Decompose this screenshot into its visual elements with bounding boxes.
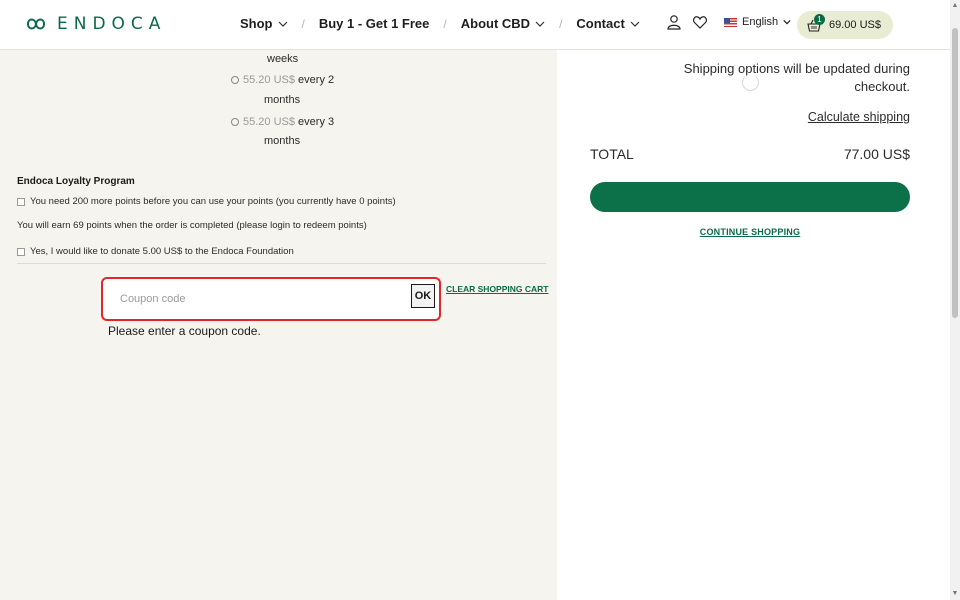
- donate-text: Yes, I would like to donate 5.00 US$ to …: [30, 246, 294, 257]
- user-icon[interactable]: [666, 14, 682, 30]
- calculate-shipping-link[interactable]: Calculate shipping: [790, 110, 910, 124]
- language-label: English: [742, 16, 779, 28]
- heart-icon[interactable]: [692, 14, 708, 30]
- endoca-logo-icon: [26, 18, 46, 30]
- total-value: 77.00 US$: [843, 146, 910, 162]
- nav-buy-one-get-one[interactable]: Buy 1 - Get 1 Free: [319, 16, 430, 31]
- nav-separator: /: [301, 16, 305, 31]
- scroll-up-arrow-icon[interactable]: ▲: [951, 2, 959, 9]
- section-divider: [17, 263, 546, 264]
- nav-separator: /: [559, 16, 563, 31]
- subscription-unit: months: [264, 94, 301, 106]
- subscription-option-3-months[interactable]: 55.20 US$ every 3: [231, 116, 334, 128]
- total-label: TOTAL: [590, 146, 634, 162]
- nav-about-label: About CBD: [460, 16, 531, 31]
- radio-button[interactable]: [231, 76, 239, 85]
- checkout-button[interactable]: [590, 182, 910, 212]
- nav-contact-label: Contact: [576, 16, 625, 31]
- points-checkbox[interactable]: [17, 197, 25, 206]
- chevron-down-icon: [630, 21, 640, 27]
- cart-button[interactable]: 1 69.00 US$: [797, 11, 893, 39]
- chevron-down-icon: [783, 19, 791, 25]
- subscription-price: 55.20 US$: [243, 116, 295, 128]
- chevron-down-icon: [278, 21, 287, 27]
- header-icons: English: [666, 14, 791, 30]
- radio-button[interactable]: [231, 118, 239, 127]
- us-flag-icon: [724, 17, 737, 27]
- continue-shopping-link[interactable]: CONTINUE SHOPPING: [590, 227, 910, 237]
- chevron-down-icon: [535, 21, 545, 27]
- subscription-unit: months: [264, 135, 301, 147]
- nav-separator: /: [443, 16, 447, 31]
- site-header: ENDOCA Shop / Buy 1 - Get 1 Free / About…: [0, 0, 950, 50]
- scrollbar-thumb[interactable]: [952, 28, 958, 318]
- loyalty-points-earn: You will earn 69 points when the order i…: [17, 220, 367, 231]
- nav-bogo-label: Buy 1 - Get 1 Free: [318, 16, 430, 31]
- donation-option[interactable]: Yes, I would like to donate 5.00 US$ to …: [17, 246, 294, 257]
- points-needed-text: You need 200 more points before you can …: [30, 196, 396, 207]
- logo-text: ENDOCA: [57, 14, 167, 34]
- shipping-note: Shipping options will be updated during …: [683, 61, 910, 94]
- nav-shop-label: Shop: [240, 16, 273, 31]
- main-nav: Shop / Buy 1 - Get 1 Free / About CBD / …: [240, 16, 640, 31]
- nav-shop[interactable]: Shop: [240, 16, 288, 31]
- scroll-down-arrow-icon[interactable]: ▼: [951, 590, 959, 597]
- logo[interactable]: ENDOCA: [25, 14, 166, 34]
- subscription-unit-label: weeks: [267, 53, 299, 65]
- nav-about-cbd[interactable]: About CBD: [461, 16, 545, 31]
- subscription-price: 55.20 US$: [243, 74, 295, 86]
- clear-shopping-cart-link[interactable]: CLEAR SHOPPING CART: [446, 284, 548, 294]
- donate-checkbox[interactable]: [17, 247, 25, 256]
- cart-total: 69.00 US$: [829, 19, 881, 31]
- nav-contact[interactable]: Contact: [576, 16, 640, 31]
- subscription-frequency: every 3: [298, 116, 335, 128]
- subscription-frequency: every 2: [298, 74, 335, 86]
- loyalty-title: Endoca Loyalty Program: [17, 176, 135, 187]
- coupon-error-message: Please enter a coupon code.: [108, 324, 261, 338]
- order-summary-panel: [557, 50, 950, 600]
- loyalty-points-needed: You need 200 more points before you can …: [17, 196, 396, 207]
- apply-coupon-button[interactable]: OK: [411, 284, 435, 308]
- subscription-option-2-months[interactable]: 55.20 US$ every 2: [231, 74, 334, 86]
- cart-count-badge: 1: [814, 14, 825, 25]
- coupon-code-input[interactable]: [108, 283, 411, 315]
- language-selector[interactable]: English: [724, 16, 791, 28]
